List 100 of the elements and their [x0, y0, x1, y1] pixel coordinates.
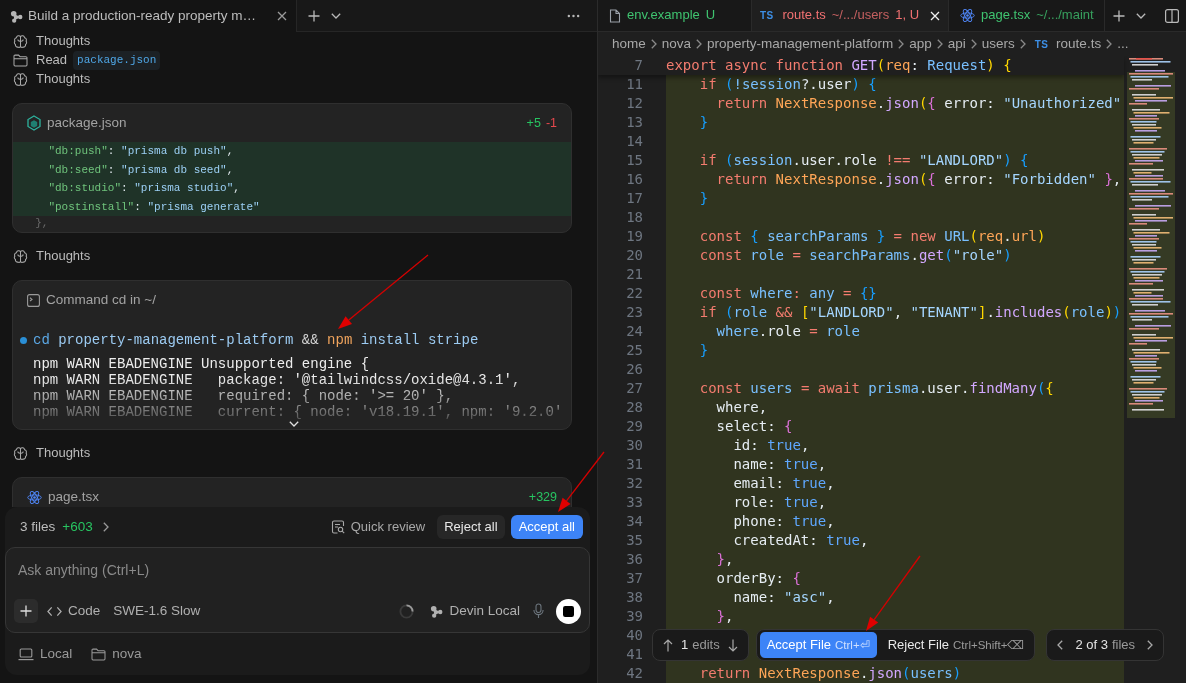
line-number: 15: [625, 151, 644, 170]
chevron-down-icon[interactable]: [1135, 12, 1146, 19]
code-line: "db:push": "prisma db push",: [48, 145, 234, 157]
minimap[interactable]: [1127, 56, 1177, 418]
line-number: 35: [625, 531, 644, 550]
typescript-icon: TS: [1034, 37, 1049, 51]
file-reference[interactable]: package.json: [73, 51, 161, 70]
hexagon-file-icon: [27, 115, 41, 131]
breadcrumb-item[interactable]: users: [981, 35, 1015, 53]
code-line: "db:studio": "prisma studio",: [48, 182, 240, 194]
arrow-up-icon[interactable]: [663, 638, 673, 652]
model-button[interactable]: SWE-1.6 Slow: [113, 602, 201, 620]
breadcrumb-item[interactable]: ...: [1117, 35, 1129, 53]
workspace-folder-button[interactable]: nova: [91, 645, 142, 663]
split-view-icon[interactable]: [1164, 8, 1179, 23]
line-number: 25: [625, 341, 644, 360]
file-name[interactable]: page.tsx: [48, 488, 100, 506]
line-number: 16: [625, 170, 644, 189]
file-name[interactable]: package.json: [47, 114, 127, 132]
plus-icon: [20, 605, 32, 617]
code-line: }: [699, 114, 709, 130]
code-line: },: [35, 217, 49, 229]
code-line: phone: true,: [733, 513, 835, 529]
accept-file-button[interactable]: Accept File Ctrl+⏎: [759, 632, 877, 658]
chevron-right-icon: [1019, 39, 1026, 49]
stop-icon: [563, 605, 574, 617]
chevron-left-icon[interactable]: [1057, 640, 1064, 650]
terminal-icon: [27, 293, 40, 307]
line-number: 40: [625, 626, 644, 645]
breadcrumb-item[interactable]: api: [947, 35, 966, 53]
added-count: +5: [526, 114, 541, 132]
edit-count: 1: [681, 636, 689, 654]
breadcrumb-item[interactable]: nova: [661, 35, 692, 53]
step-label: Read: [36, 52, 68, 69]
close-icon[interactable]: [277, 11, 287, 21]
line-number: 36: [625, 550, 644, 569]
terminal-output-line: npm WARN EBADENGINE package: '@tailwindcss/oxide@4.3.1',: [33, 372, 522, 388]
line-number: 12: [625, 94, 644, 113]
code-line: role: true,: [733, 494, 827, 510]
step-label: Thoughts: [36, 33, 91, 50]
terminal-output-line: npm WARN EBADENGINE required: { node: '>= 20' },: [33, 388, 455, 404]
chevron-down-icon[interactable]: [289, 421, 299, 427]
line-number: 21: [625, 265, 644, 284]
agent-button[interactable]: Devin Local: [430, 602, 520, 620]
breadcrumb-item[interactable]: property-management-platform: [707, 35, 894, 53]
line-number: 11: [625, 75, 644, 94]
code-line: }: [699, 342, 709, 358]
plus-icon[interactable]: [1112, 9, 1125, 22]
reject-file-button[interactable]: Reject File Ctrl+Shift+⌫: [880, 636, 1032, 654]
chevron-right-icon: [970, 39, 977, 49]
connected-nodes-icon: [10, 9, 23, 23]
reject-all-button[interactable]: Reject all: [437, 515, 505, 539]
chevron-right-icon: [650, 39, 657, 49]
environment-button[interactable]: Local: [18, 645, 73, 663]
breadcrumb-item[interactable]: home: [612, 35, 646, 53]
line-number: 14: [625, 132, 644, 151]
editor-tab[interactable]: TS route.ts ~/.../users 1, U: [752, 0, 950, 31]
code-line: const users = await prisma.user.findMany({: [699, 380, 1054, 396]
code-line: const where: any = {}: [699, 285, 877, 301]
arrow-down-icon[interactable]: [727, 638, 738, 652]
quick-review-button[interactable]: Quick review: [330, 519, 426, 535]
message-field[interactable]: Ask anything (Ctrl+L) Code SWE-1.6 Slow Devin Local: [5, 547, 590, 633]
line-number: 22: [625, 284, 644, 303]
code-line: return NextResponse.json({ error: "Unauthorized": [716, 95, 1122, 111]
add-button[interactable]: [14, 599, 38, 623]
file-position: 2 of 3: [1075, 636, 1108, 654]
chevron-right-icon[interactable]: [1147, 640, 1154, 650]
stop-button[interactable]: [556, 598, 581, 624]
code-line: return NextResponse.json(users): [699, 665, 962, 681]
code-line: if (session.user.role !== "LANDLORD") {: [699, 152, 1029, 168]
laptop-icon: [18, 647, 34, 661]
microphone-icon[interactable]: [533, 603, 544, 619]
code-line: createdAt: true,: [733, 532, 869, 548]
more-icon[interactable]: [567, 13, 580, 18]
annotation-arrow: [558, 451, 605, 512]
line-number: 18: [625, 208, 644, 227]
code-line: return NextResponse.json({ error: "Forbidden" },: [716, 171, 1122, 187]
accept-all-button[interactable]: Accept all: [510, 515, 583, 539]
react-icon: [960, 8, 976, 23]
file-label: files: [1111, 636, 1136, 654]
brain-icon: [13, 72, 28, 87]
breadcrumb-item[interactable]: route.ts: [1056, 35, 1102, 53]
code-line: select: {: [716, 418, 793, 434]
chevron-down-icon[interactable]: [331, 12, 341, 19]
code-line: where,: [716, 399, 768, 415]
line-number: 23: [625, 303, 644, 322]
line-number: 33: [625, 493, 644, 512]
command-text: cd property-management-platform && npm install stripe: [33, 330, 479, 350]
breadcrumb-item[interactable]: app: [909, 35, 932, 53]
plus-icon[interactable]: [308, 9, 320, 22]
changed-files-button[interactable]: 3 files +603: [20, 518, 109, 536]
step-label: Thoughts: [36, 71, 91, 88]
file-icon: [609, 8, 621, 23]
line-number: 42: [625, 664, 644, 683]
line-number: 41: [625, 645, 644, 664]
chat-tab[interactable]: Build a production-ready property m…: [0, 0, 296, 32]
folder-icon: [13, 54, 28, 67]
line-number: 32: [625, 474, 644, 493]
code-line: name: true,: [733, 456, 827, 472]
mode-button[interactable]: Code: [47, 602, 101, 620]
